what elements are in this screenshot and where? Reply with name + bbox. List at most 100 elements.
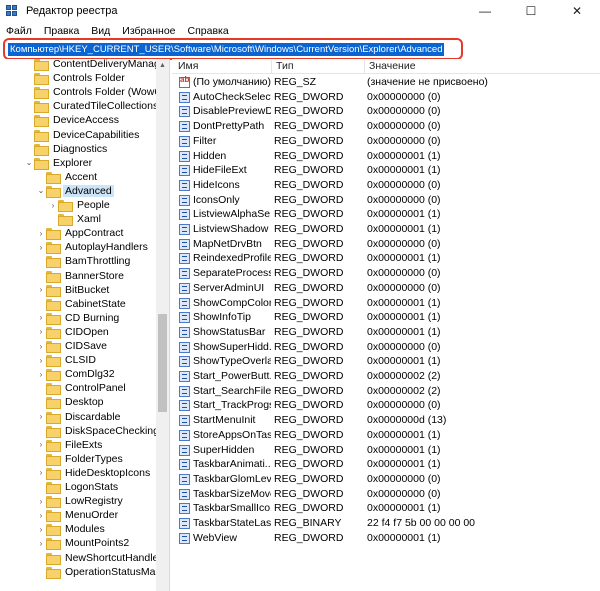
chevron-right-icon[interactable]: › xyxy=(36,494,46,508)
value-row[interactable]: HideFileExt REG_DWORD 0x00000001 (1) xyxy=(172,163,600,178)
value-row[interactable]: ShowTypeOverlay REG_DWORD 0x00000001 (1) xyxy=(172,354,600,369)
address-bar[interactable]: Компьютер\HKEY_CURRENT_USER\Software\Mic… xyxy=(3,38,463,60)
chevron-right-icon[interactable]: › xyxy=(36,438,46,452)
tree-item[interactable]: Xaml xyxy=(48,212,103,227)
value-row[interactable]: TaskbarGlomLevelREG_DWORD 0x00000000 (0) xyxy=(172,472,600,487)
chevron-right-icon[interactable]: › xyxy=(36,410,46,424)
chevron-right-icon[interactable]: › xyxy=(36,508,46,522)
menu-view[interactable]: Вид xyxy=(85,25,116,37)
tree-item[interactable]: › People xyxy=(48,198,112,212)
menu-file[interactable]: Файл xyxy=(0,25,38,37)
tree-item[interactable]: › Discardable xyxy=(36,410,122,424)
tree-item[interactable]: ⌄ Explorer xyxy=(24,156,94,170)
tree-item[interactable]: BannerStore xyxy=(36,269,126,283)
value-row[interactable]: MapNetDrvBtn REG_DWORD 0x00000000 (0) xyxy=(172,237,600,252)
value-row[interactable]: (По умолчанию)REG_SZ (значение не присвое… xyxy=(172,75,600,90)
menu-edit[interactable]: Правка xyxy=(38,25,85,37)
tree-item[interactable]: FolderTypes xyxy=(36,452,125,466)
value-row[interactable]: ShowStatusBar REG_DWORD 0x00000001 (1) xyxy=(172,325,600,340)
value-row[interactable]: TaskbarAnimati... REG_DWORD 0x00000001 (1) xyxy=(172,457,600,472)
tree-item[interactable]: › FileExts xyxy=(36,438,104,452)
value-row[interactable]: StartMenuInit REG_DWORD 0x0000000d (13) xyxy=(172,413,600,428)
tree-item[interactable]: › Modules xyxy=(36,522,107,537)
minimize-button[interactable]: — xyxy=(462,0,508,22)
tree-item[interactable]: BamThrottling xyxy=(36,254,132,269)
value-row[interactable]: Start_PowerButt... REG_DWORD 0x00000002 (2… xyxy=(172,369,600,384)
address-path[interactable]: Компьютер\HKEY_CURRENT_USER\Software\Mic… xyxy=(8,43,445,56)
tree-item[interactable]: OperationStatusManager xyxy=(36,565,169,579)
tree-scrollbar[interactable]: ▲ xyxy=(156,59,169,591)
chevron-right-icon[interactable]: › xyxy=(36,353,46,367)
tree-item[interactable]: › AutoplayHandlers xyxy=(36,240,150,255)
tree-item[interactable]: Diagnostics xyxy=(24,142,109,156)
value-row[interactable]: ListviewShadow REG_DWORD 0x00000001 (1) xyxy=(172,222,600,237)
tree-item[interactable]: ControlPanel xyxy=(36,381,128,396)
tree-item[interactable]: › ComDlg32 xyxy=(36,367,117,382)
tree-item[interactable]: DiskSpaceChecking xyxy=(36,424,161,438)
menu-help[interactable]: Справка xyxy=(182,25,235,37)
value-row[interactable]: ShowInfoTip REG_DWORD 0x00000001 (1) xyxy=(172,310,600,325)
value-row[interactable]: WebView REG_DWORD 0x00000001 (1) xyxy=(172,531,600,546)
value-row[interactable]: ListviewAlphaSe... REG_DWORD 0x00000001 (1… xyxy=(172,207,600,222)
value-row[interactable]: Start_SearchFiles REG_DWORD 0x00000002 (2) xyxy=(172,384,600,399)
value-row[interactable]: ReindexedProfile REG_DWORD 0x00000001 (1) xyxy=(172,251,600,266)
tree-item[interactable]: › CIDSave xyxy=(36,339,109,353)
tree-item[interactable]: Controls Folder xyxy=(24,71,127,86)
tree-item[interactable]: › MountPoints2 xyxy=(36,536,131,551)
value-row[interactable]: DontPrettyPath REG_DWORD 0x00000000 (0) xyxy=(172,119,600,134)
chevron-right-icon[interactable]: › xyxy=(36,283,46,297)
tree-item[interactable]: NewShortcutHandlers xyxy=(36,551,169,565)
chevron-right-icon[interactable]: › xyxy=(36,240,46,254)
tree-item[interactable]: Controls Folder (Wow64) xyxy=(24,85,169,100)
chevron-down-icon[interactable]: ⌄ xyxy=(36,184,46,198)
chevron-right-icon[interactable]: › xyxy=(48,198,58,212)
tree-item[interactable]: DeviceCapabilities xyxy=(24,128,141,142)
value-row[interactable]: StoreAppsOnTas...REG_DWORD 0x00000001 (1) xyxy=(172,428,600,443)
chevron-right-icon[interactable]: › xyxy=(36,522,46,536)
values-list[interactable]: Имя Тип Значение (По умолчанию)REG_SZ (зн… xyxy=(172,59,600,591)
value-row[interactable]: TaskbarSizeMove REG_DWORD 0x00000000 (0) xyxy=(172,487,600,502)
value-row[interactable]: Hidden REG_DWORD 0x00000001 (1) xyxy=(172,149,600,164)
tree-item[interactable]: ContentDeliveryManager xyxy=(24,59,169,71)
column-header-value[interactable]: Значение xyxy=(365,60,565,73)
close-button[interactable]: ✕ xyxy=(554,0,600,22)
tree-scrollbar-thumb[interactable] xyxy=(158,314,167,412)
scroll-up-arrow-icon[interactable]: ▲ xyxy=(156,59,169,71)
chevron-down-icon[interactable]: ⌄ xyxy=(24,156,34,170)
tree-item[interactable]: › AppContract xyxy=(36,226,125,241)
chevron-right-icon[interactable]: › xyxy=(36,311,46,325)
value-row[interactable]: ShowSuperHidd... REG_DWORD 0x00000000 (0) xyxy=(172,340,600,355)
menu-favorites[interactable]: Избранное xyxy=(116,25,181,37)
key-tree[interactable]: ContentDeliveryManager Controls Folder Con… xyxy=(0,59,170,591)
tree-item[interactable]: ⌄ Advanced xyxy=(36,184,114,198)
value-row[interactable]: SeparateProcess REG_DWORD 0x00000000 (0) xyxy=(172,266,600,281)
value-row[interactable]: IconsOnly REG_DWORD 0x00000000 (0) xyxy=(172,193,600,208)
tree-item[interactable]: Accent xyxy=(36,170,99,184)
tree-item[interactable]: › CLSID xyxy=(36,353,98,368)
tree-item[interactable]: LogonStats xyxy=(36,480,120,494)
value-row[interactable]: TaskbarStateLast...REG_BINARY 22 f4 f7 5b… xyxy=(172,516,600,531)
value-row[interactable]: SuperHidden REG_DWORD 0x00000001 (1) xyxy=(172,443,600,458)
value-row[interactable]: AutoCheckSelect REG_DWORD 0x00000000 (0) xyxy=(172,90,600,105)
tree-item[interactable]: › HideDesktopIcons xyxy=(36,466,152,480)
value-row[interactable]: ShowCompColor REG_DWORD 0x00000001 (1) xyxy=(172,296,600,311)
column-header-name[interactable]: Имя xyxy=(174,60,272,73)
chevron-right-icon[interactable]: › xyxy=(36,339,46,353)
tree-item[interactable]: › MenuOrder xyxy=(36,508,120,523)
tree-item[interactable]: › CD Burning xyxy=(36,311,121,325)
tree-item[interactable]: Desktop xyxy=(36,395,106,410)
value-row[interactable]: Filter REG_DWORD 0x00000000 (0) xyxy=(172,134,600,149)
chevron-right-icon[interactable]: › xyxy=(36,466,46,480)
tree-item[interactable]: › CIDOpen xyxy=(36,325,111,339)
value-row[interactable]: ServerAdminUI REG_DWORD 0x00000000 (0) xyxy=(172,281,600,296)
maximize-button[interactable]: ☐ xyxy=(508,0,554,22)
tree-item[interactable]: › BitBucket xyxy=(36,283,111,297)
chevron-right-icon[interactable]: › xyxy=(36,367,46,381)
column-header-type[interactable]: Тип xyxy=(272,60,365,73)
tree-item[interactable]: CuratedTileCollections xyxy=(24,99,160,114)
chevron-right-icon[interactable]: › xyxy=(36,325,46,339)
value-row[interactable]: DisablePreviewD...REG_DWORD 0x00000000 (0… xyxy=(172,104,600,119)
chevron-right-icon[interactable]: › xyxy=(36,226,46,240)
tree-item[interactable]: DeviceAccess xyxy=(24,113,121,128)
value-row[interactable]: TaskbarSmallIco... REG_DWORD 0x00000001 (1… xyxy=(172,501,600,516)
